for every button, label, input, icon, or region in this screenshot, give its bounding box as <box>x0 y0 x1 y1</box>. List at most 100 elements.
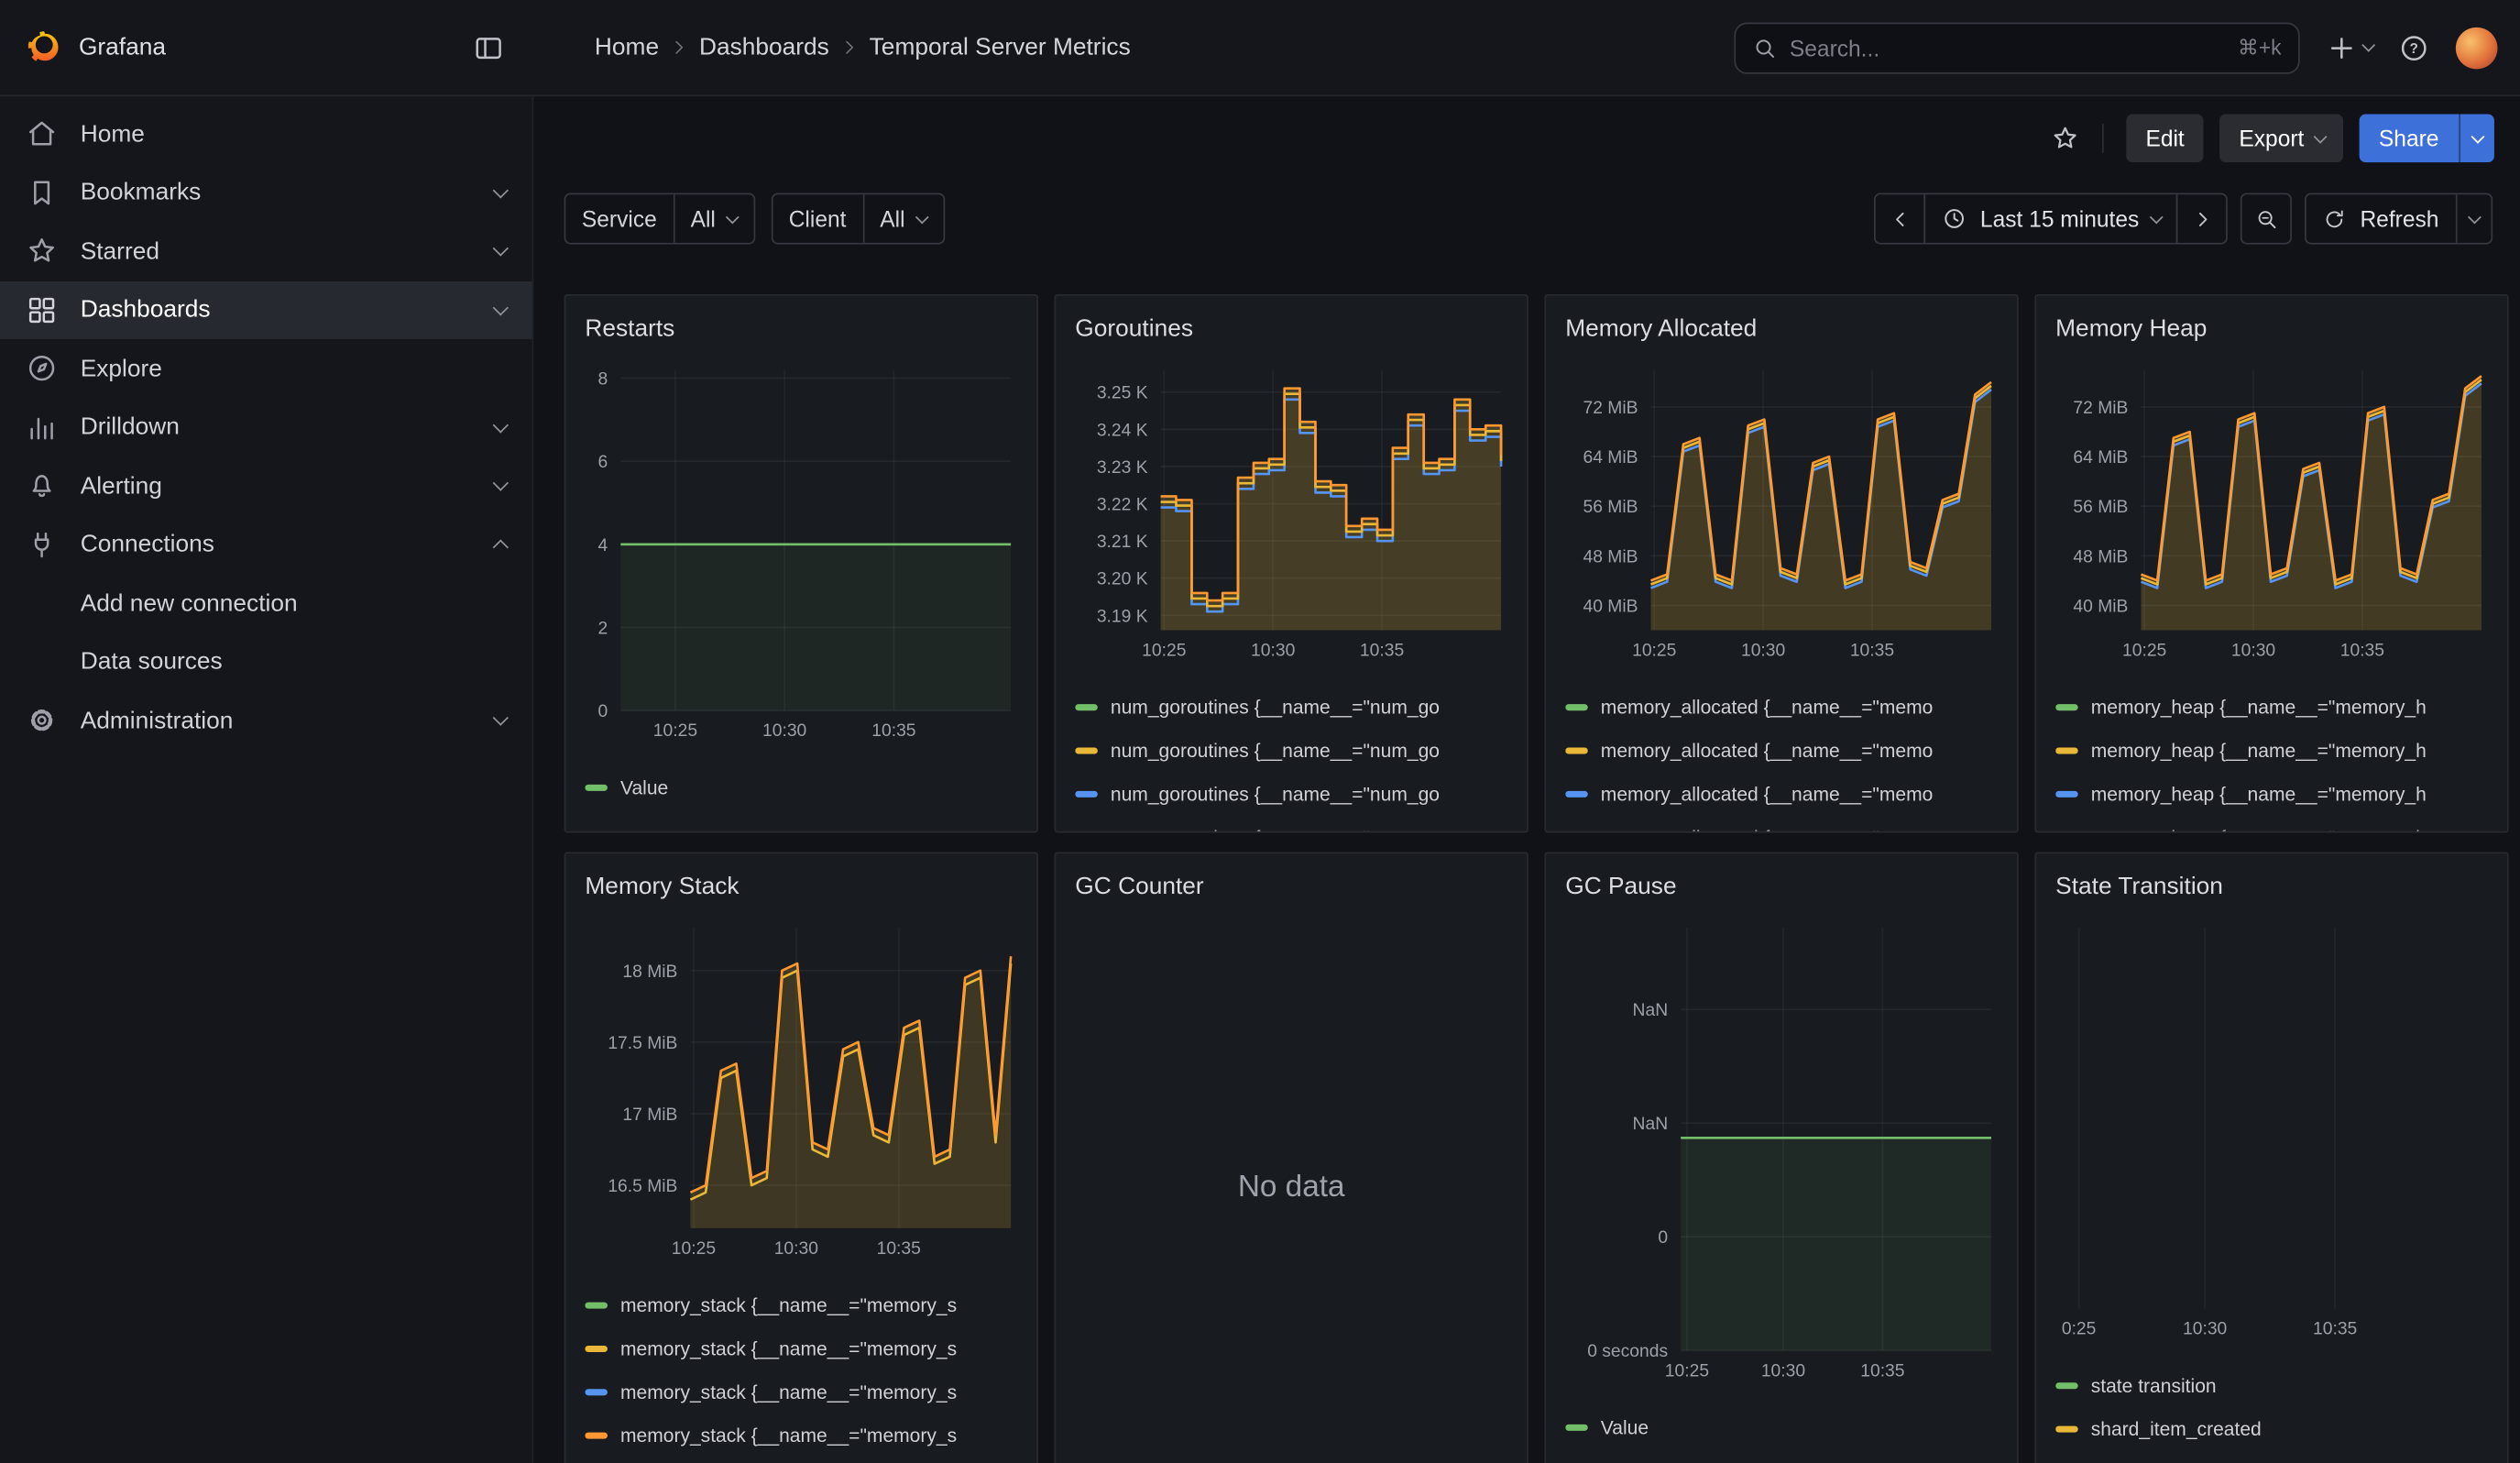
legend-item[interactable]: Value <box>585 765 1017 808</box>
sidebar-item-alerting[interactable]: Alerting <box>0 456 532 515</box>
panel-chart[interactable]: 3.25 K3.24 K3.23 K3.22 K3.21 K3.20 K3.19… <box>1075 360 1507 666</box>
dashboard-panel[interactable]: Memory Stack 18 MiB17.5 MiB17 MiB16.5 Mi… <box>564 852 1038 1463</box>
sidebar-item-dashboards[interactable]: Dashboards <box>0 280 532 339</box>
panel-legend: state transitionshard_item_created <box>2055 1363 2488 1450</box>
dashboard-panel[interactable]: Memory Heap 72 MiB64 MiB56 MiB48 MiB40 M… <box>2034 294 2508 833</box>
export-button[interactable]: Export <box>2219 115 2343 163</box>
panel-chart[interactable]: NaNNaN00 seconds10:2510:3010:35 <box>1565 918 1998 1385</box>
star-dashboard-button[interactable] <box>2051 124 2080 153</box>
svg-text:64 MiB: 64 MiB <box>1583 448 1638 468</box>
service-filter-value[interactable]: All <box>673 194 753 243</box>
refresh-button[interactable]: Refresh <box>2307 194 2455 243</box>
legend-item[interactable]: Value <box>1565 1405 1998 1448</box>
service-filter-selected: All <box>691 205 716 231</box>
panel-body: 72 MiB64 MiB56 MiB48 MiB40 MiB10:2510:30… <box>1565 360 1998 831</box>
dashboard-panel[interactable]: Goroutines 3.25 K3.24 K3.23 K3.22 K3.21 … <box>1055 294 1528 833</box>
breadcrumb-home[interactable]: Home <box>595 34 659 61</box>
panel-chart[interactable]: 18 MiB17.5 MiB17 MiB16.5 MiB10:2510:3010… <box>585 918 1017 1263</box>
sidebar-item-starred[interactable]: Starred <box>0 222 532 280</box>
panel-chart[interactable]: 72 MiB64 MiB56 MiB48 MiB40 MiB10:2510:30… <box>2055 360 2488 666</box>
panel-title[interactable]: Memory Allocated <box>1565 312 1998 347</box>
legend-label: Value <box>1601 1415 1649 1438</box>
legend-item[interactable]: num_goroutines {__name__="num_go <box>1075 772 1507 815</box>
breadcrumb-dashboards[interactable]: Dashboards <box>699 34 829 61</box>
search-box[interactable]: ⌘+k <box>1734 22 2299 73</box>
time-controls: Last 15 minutes Refresh <box>1874 192 2493 244</box>
grafana-logo-icon <box>26 29 62 66</box>
legend-item[interactable]: memory_allocated {__name__="memo <box>1565 685 1998 728</box>
svg-text:3.19 K: 3.19 K <box>1097 607 1148 626</box>
time-range-picker[interactable]: Last 15 minutes <box>1924 192 2179 244</box>
new-button[interactable] <box>2325 31 2372 63</box>
time-back-button[interactable] <box>1874 192 1925 244</box>
help-button[interactable]: ? <box>2398 31 2430 63</box>
sidebar-item-administration[interactable]: Administration <box>0 691 532 750</box>
panel-title[interactable]: State Transition <box>2055 870 2488 906</box>
panel-chart[interactable]: 72 MiB64 MiB56 MiB48 MiB40 MiB10:2510:30… <box>1565 360 1998 666</box>
panel-chart[interactable]: 8642010:2510:3010:35 <box>585 360 1017 746</box>
panel-chart[interactable]: 0:2510:3010:35 <box>2055 918 2488 1344</box>
dashboard-panel[interactable]: Memory Allocated 72 MiB64 MiB56 MiB48 Mi… <box>1544 294 2018 833</box>
svg-text:64 MiB: 64 MiB <box>2073 448 2128 468</box>
client-filter-value[interactable]: All <box>862 194 943 243</box>
panel-title[interactable]: Memory Heap <box>2055 312 2488 347</box>
svg-text:10:30: 10:30 <box>1251 642 1295 661</box>
panel-title[interactable]: Restarts <box>585 312 1017 347</box>
legend-item[interactable]: memory_allocated {__name__="memo <box>1565 772 1998 815</box>
panel-legend: memory_heap {__name__="memory_hmemory_he… <box>2055 685 2488 831</box>
sidebar-item-data-sources[interactable]: Data sources <box>0 632 532 691</box>
legend-item[interactable]: memory_allocated {__name__="memo <box>1565 728 1998 771</box>
legend-item[interactable]: state transition <box>2055 1363 2488 1406</box>
dashboard-panel[interactable]: GC Counter No data <box>1055 852 1528 1463</box>
dashboard-toolbar: Edit Export Share <box>559 113 2494 164</box>
legend-label: num_goroutines {__name__="num_go <box>1111 696 1440 719</box>
zoom-out-button[interactable] <box>2241 192 2293 244</box>
legend-item[interactable]: memory_stack {__name__="memory_s <box>585 1370 1017 1413</box>
legend-item[interactable]: memory_stack {__name__="memory_s <box>585 1414 1017 1457</box>
chevron-right-icon <box>669 37 690 58</box>
legend-item[interactable]: num_goroutines {__name__="num_go <box>1075 728 1507 771</box>
legend-item[interactable]: memory_stack {__name__="memory_s <box>585 1283 1017 1326</box>
dashboard-panel[interactable]: State Transition 0:2510:3010:35 state tra… <box>2034 852 2508 1463</box>
sidebar-item-connections[interactable]: Connections <box>0 515 532 574</box>
panel-title[interactable]: GC Pause <box>1565 870 1998 906</box>
sidebar-item-label: Add new connection <box>81 589 507 617</box>
legend-label: memory_heap {__name__="memory_h <box>2091 696 2427 719</box>
legend-item[interactable]: memory_heap {__name__="memory_h <box>2055 772 2488 815</box>
dashboard-panel[interactable]: Restarts 8642010:2510:3010:35 Value <box>564 294 1038 833</box>
legend-item[interactable]: memory_allocated {__name__="memo <box>1565 815 1998 831</box>
dock-menu-button[interactable] <box>473 31 505 63</box>
sidebar-item-home[interactable]: Home <box>0 104 532 163</box>
legend-item[interactable]: shard_item_created <box>2055 1407 2488 1450</box>
breadcrumb-current: Temporal Server Metrics <box>870 34 1131 61</box>
sidebar-item-label: Explore <box>81 355 507 382</box>
sidebar-item-drilldown[interactable]: Drilldown <box>0 398 532 456</box>
edit-button[interactable]: Edit <box>2126 115 2203 163</box>
share-button[interactable]: Share <box>2360 115 2459 163</box>
legend-item[interactable]: num_goroutines {__name__="num_go <box>1075 685 1507 728</box>
legend-item[interactable]: memory_stack {__name__="memory_s <box>585 1326 1017 1370</box>
svg-text:0: 0 <box>1658 1228 1668 1248</box>
avatar[interactable] <box>2456 27 2498 69</box>
legend-item[interactable]: memory_heap {__name__="memory_h <box>2055 728 2488 771</box>
panel-title[interactable]: GC Counter <box>1075 870 1507 906</box>
sidebar-item-bookmarks[interactable]: Bookmarks <box>0 163 532 222</box>
dashboard-panel[interactable]: GC Pause NaNNaN00 seconds10:2510:3010:35… <box>1544 852 2018 1463</box>
legend-swatch <box>1075 790 1098 797</box>
legend-item[interactable]: memory_heap {__name__="memory_h <box>2055 685 2488 728</box>
legend-swatch <box>585 1345 608 1351</box>
legend-item[interactable]: num_goroutines {__name__="num_go <box>1075 815 1507 831</box>
share-menu-button[interactable] <box>2458 115 2493 163</box>
panel-title[interactable]: Memory Stack <box>585 870 1017 906</box>
legend-item[interactable]: memory_heap {__name__="memory_h <box>2055 815 2488 831</box>
sidebar-item-explore[interactable]: Explore <box>0 339 532 398</box>
chevron-down-icon <box>493 241 509 257</box>
svg-text:48 MiB: 48 MiB <box>2073 547 2128 566</box>
refresh-interval-button[interactable] <box>2455 194 2491 243</box>
sidebar-item-add-new-connection[interactable]: Add new connection <box>0 574 532 632</box>
svg-text:40 MiB: 40 MiB <box>1583 597 1638 616</box>
search-input[interactable] <box>1790 35 2225 60</box>
panel-title[interactable]: Goroutines <box>1075 312 1507 347</box>
svg-text:10:30: 10:30 <box>762 721 806 741</box>
time-forward-button[interactable] <box>2177 192 2229 244</box>
